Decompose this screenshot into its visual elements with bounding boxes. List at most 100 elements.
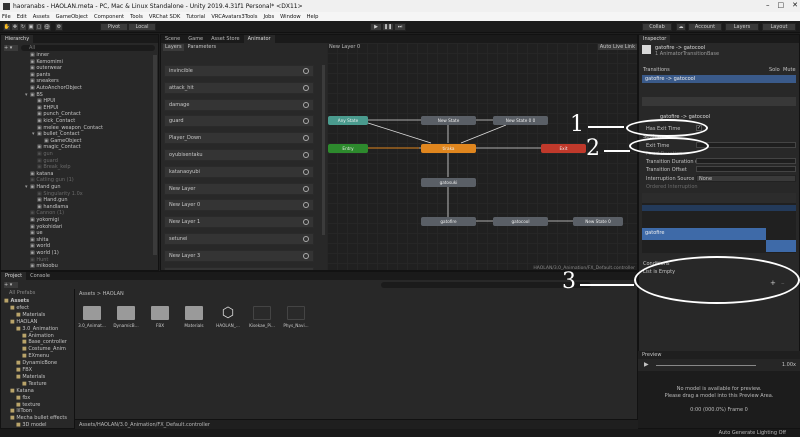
rect-tool-icon[interactable]: ▢ (35, 23, 43, 31)
interruption-source-dropdown[interactable]: None (696, 175, 796, 182)
account-button[interactable]: Account (688, 23, 722, 31)
hierarchy-item[interactable]: ▣ EHPUI (32, 105, 58, 111)
project-folder[interactable]: ■ Materials (16, 312, 45, 318)
hierarchy-item[interactable]: ▣ inner (25, 52, 49, 58)
collab-button[interactable]: Collab (642, 23, 672, 31)
hierarchy-item[interactable]: ▣ world (1) (25, 250, 59, 256)
hierarchy-item[interactable]: ▣ ue (25, 230, 43, 236)
hierarchy-item[interactable]: ▾ ▣ BS (25, 92, 43, 98)
create-button[interactable]: + ▾ (4, 45, 18, 51)
hierarchy-item[interactable]: ▣ mikoobu (25, 263, 58, 269)
parameter-row[interactable]: invincible (164, 65, 314, 77)
hierarchy-item[interactable]: ▣ Catling gun (1) (25, 177, 74, 183)
project-folder[interactable]: ■ Katana (10, 388, 34, 394)
preview-speed-slider[interactable] (656, 365, 756, 366)
parameter-row[interactable]: New Layer (164, 182, 314, 195)
gear-icon[interactable] (303, 202, 309, 209)
hierarchy-scrollbar[interactable] (153, 55, 157, 255)
scale-tool-icon[interactable]: ▣ (27, 23, 35, 31)
menu-item-file[interactable]: File (2, 14, 11, 20)
hierarchy-item[interactable]: ▣ punch_Contact (32, 111, 81, 117)
state-node[interactable]: tiraka (421, 144, 476, 153)
hierarchy-item[interactable]: ▣ melee_weapon_Contact (32, 125, 103, 131)
hierarchy-item[interactable]: ▾ ▣ bullet_Contact (32, 131, 79, 137)
tab-console[interactable]: Console (26, 272, 54, 280)
pause-icon[interactable]: ❚❚ (382, 23, 394, 31)
gear-icon[interactable] (303, 152, 309, 158)
hierarchy-item[interactable]: ▣ sneakers (25, 78, 59, 84)
project-folder[interactable]: ■ Costume_Anim (22, 346, 66, 352)
menu-item-tools[interactable]: Tools (130, 14, 143, 20)
hierarchy-item[interactable]: ▣ GameObject (39, 138, 82, 144)
project-folder[interactable]: ■ Mecha bullet effects (10, 415, 67, 421)
project-create-button[interactable]: + ▾ (4, 282, 18, 288)
project-folder[interactable]: ■ Texture (22, 381, 47, 387)
project-folder[interactable]: ■ texture (16, 402, 40, 408)
project-folder[interactable]: ■ Base_controller (22, 339, 67, 345)
hierarchy-item[interactable]: ▣ magic_Contact (32, 144, 81, 150)
maximize-icon[interactable]: □ (778, 1, 785, 9)
project-breadcrumb[interactable]: Assets > HAOLAN (79, 291, 124, 297)
parameter-row[interactable]: Player_Down (164, 132, 314, 145)
menu-item-component[interactable]: Component (94, 14, 124, 20)
hierarchy-item[interactable]: ▣ yokohidari (25, 224, 62, 230)
parameter-row[interactable]: New Layer 1 (164, 216, 314, 229)
parameter-row[interactable]: oyubisentaku (164, 149, 314, 161)
project-folder[interactable]: ■ fbx (16, 395, 30, 401)
menu-item-vrcavatars3tools[interactable]: VRCAvatars3Tools (211, 14, 257, 20)
gear-icon[interactable] (303, 135, 309, 142)
project-folder[interactable]: ■ FBX (16, 367, 32, 373)
tab-inspector[interactable]: Inspector (639, 35, 671, 43)
timeline-clip-gatocool[interactable] (766, 240, 796, 252)
state-node[interactable]: New State 0 (573, 217, 623, 226)
asset-item[interactable]: Phys_Navi... (282, 306, 310, 344)
project-search-input[interactable] (381, 282, 591, 288)
asset-item[interactable]: FBX (146, 306, 174, 344)
state-node[interactable]: gatocool (493, 217, 548, 226)
asset-item[interactable]: Materials (180, 306, 208, 344)
project-folder[interactable]: ■ lilToon (10, 408, 32, 414)
hierarchy-item[interactable]: ▣ outerwear (25, 65, 62, 71)
asset-item[interactable]: 3.0_Animat... (78, 306, 106, 344)
asset-item[interactable]: Kisekae_Pi... (248, 306, 276, 344)
project-folder[interactable]: ■ EXmenu (22, 353, 49, 359)
project-folder[interactable]: ■ Animation (22, 333, 54, 339)
hand-tool-icon[interactable]: ✋ (3, 23, 11, 31)
timeline-range[interactable] (642, 205, 796, 211)
gear-icon[interactable] (303, 84, 309, 91)
play-icon[interactable]: ▶ (370, 23, 382, 31)
hierarchy-item[interactable]: ▣ shita (25, 237, 49, 243)
tab-hierarchy[interactable]: Hierarchy (1, 35, 34, 43)
hierarchy-item[interactable]: ▣ kick_Contact (32, 118, 75, 124)
hierarchy-item[interactable]: ▣ Break_kelp (32, 164, 71, 170)
project-folder[interactable]: ■ Materials (16, 374, 45, 380)
step-icon[interactable]: ⏭ (394, 23, 406, 31)
state-node[interactable]: gatosuki (421, 178, 476, 187)
transition-duration-field[interactable] (696, 158, 796, 164)
parameter-row[interactable]: New Layer 3 (164, 249, 314, 262)
gear-icon[interactable] (303, 252, 309, 259)
hierarchy-item[interactable]: ▣ Hunt (25, 257, 48, 263)
gear-icon[interactable] (303, 219, 309, 226)
hierarchy-item[interactable]: ▾ ▣ Hand gun (25, 184, 61, 190)
hierarchy-item[interactable]: ▣ world (25, 243, 50, 249)
asset-item[interactable]: DynamicB... (112, 306, 140, 344)
parameter-row[interactable]: guard (164, 115, 314, 128)
parameter-row[interactable]: setunei (164, 233, 314, 245)
menu-item-assets[interactable]: Assets (33, 14, 50, 20)
local-button[interactable]: Local (128, 23, 156, 31)
transition-offset-field[interactable] (696, 166, 796, 172)
asset-item[interactable]: ⬡ HAOLAN_... (214, 306, 242, 344)
parameter-row[interactable]: attack_hit (164, 81, 314, 94)
project-folder[interactable]: ■ 3.0_Animation (16, 326, 58, 332)
hierarchy-item[interactable]: ▣ HPUI (32, 98, 55, 104)
hierarchy-item[interactable]: ▣ yokomigi (25, 217, 59, 223)
menu-item-edit[interactable]: Edit (17, 14, 27, 20)
state-node[interactable]: Entry (328, 144, 368, 153)
hierarchy-item[interactable]: ▣ guard (32, 158, 58, 164)
hierarchy-item[interactable]: ▣ gun (32, 151, 53, 157)
gear-icon[interactable] (303, 68, 309, 74)
transition-list-item[interactable]: gatofire -> gatocool (642, 75, 796, 83)
project-folder[interactable]: ■ DynamicBone (16, 360, 57, 366)
project-folder[interactable]: ■ 3D model (16, 422, 47, 428)
